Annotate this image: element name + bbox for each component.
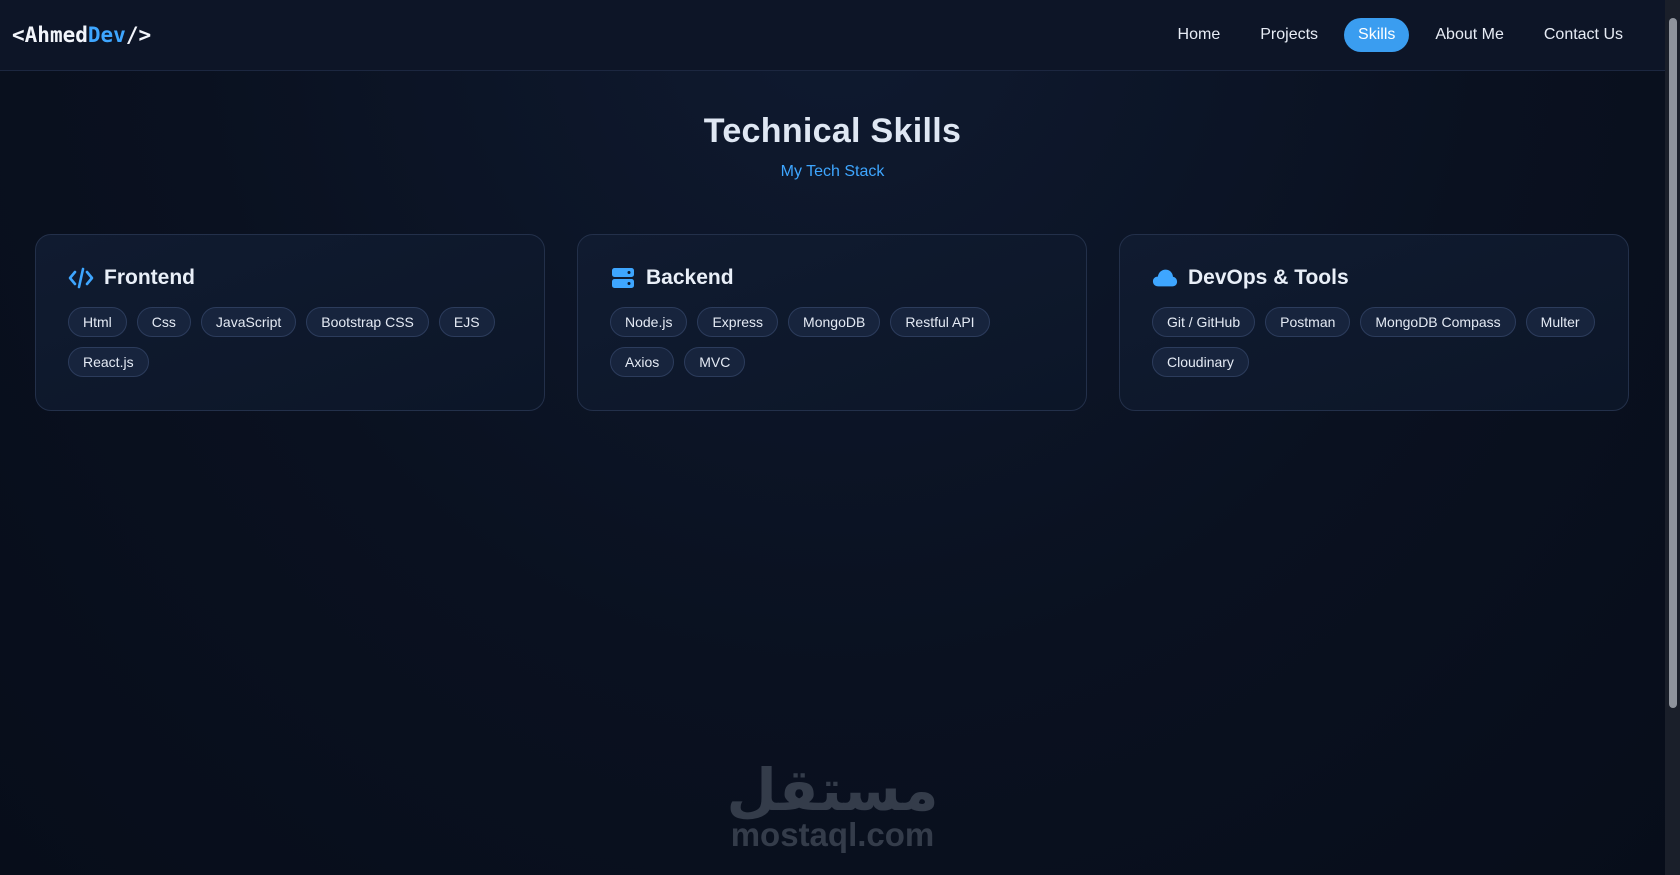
nav-about-me[interactable]: About Me	[1421, 18, 1517, 52]
navbar: < Ahmed Dev /> Home Projects Skills Abou…	[0, 0, 1665, 71]
watermark-latin: mostaql.com	[730, 816, 935, 853]
nav-links: Home Projects Skills About Me Contact Us	[1164, 18, 1637, 52]
page-title: Technical Skills	[703, 112, 962, 150]
brand-name: Ahmed	[24, 23, 88, 47]
skill-tag: Git / GitHub	[1152, 307, 1256, 337]
skill-card-devops: DevOps & Tools Git / GitHub Postman Mong…	[1119, 234, 1629, 411]
nav-home[interactable]: Home	[1164, 18, 1235, 52]
scrollbar-thumb[interactable]	[1669, 18, 1677, 708]
skill-tag: Postman	[1265, 307, 1351, 337]
skill-tag: EJS	[438, 307, 495, 337]
scrollbar[interactable]	[1665, 0, 1680, 875]
nav-projects[interactable]: Projects	[1246, 18, 1332, 52]
skills-cards: Frontend Html Css JavaScript Bootstrap C…	[35, 234, 1630, 411]
skill-tag: MongoDB	[788, 307, 881, 337]
server-icon	[610, 265, 636, 291]
skills-header: Technical Skills My Tech Stack	[0, 112, 1665, 181]
skill-tag: Multer	[1525, 307, 1595, 337]
skill-tag: Restful API	[890, 307, 990, 337]
skill-card-backend: Backend Node.js Express MongoDB Restful …	[577, 234, 1087, 411]
card-title: Backend	[646, 266, 734, 289]
cloud-icon	[1152, 265, 1178, 291]
code-icon	[68, 265, 94, 291]
skill-tag: Axios	[610, 347, 675, 377]
watermark-arabic: مستقل	[726, 756, 939, 824]
skill-tag: Express	[697, 307, 779, 337]
nav-skills[interactable]: Skills	[1344, 18, 1410, 52]
skill-tag: MVC	[684, 347, 746, 377]
skill-card-frontend: Frontend Html Css JavaScript Bootstrap C…	[35, 234, 545, 411]
skill-tag: JavaScript	[200, 307, 297, 337]
nav-contact-us[interactable]: Contact Us	[1530, 18, 1637, 52]
page-subtitle: My Tech Stack	[780, 163, 885, 180]
skill-tag: Css	[136, 307, 191, 337]
skill-tag: React.js	[68, 347, 149, 377]
brand-accent: Dev	[87, 23, 126, 47]
skill-tag: Bootstrap CSS	[306, 307, 429, 337]
brand-open: <	[12, 23, 25, 47]
skill-tag: MongoDB Compass	[1360, 307, 1516, 337]
brand-logo[interactable]: < Ahmed Dev />	[12, 23, 151, 47]
skill-tag: Cloudinary	[1152, 347, 1249, 377]
brand-close: />	[125, 23, 152, 47]
mostaql-watermark: مستقل mostaql.com	[0, 760, 1665, 854]
skill-tag: Node.js	[610, 307, 688, 337]
skill-tag: Html	[68, 307, 127, 337]
card-title: Frontend	[104, 266, 195, 289]
card-title: DevOps & Tools	[1188, 266, 1349, 289]
